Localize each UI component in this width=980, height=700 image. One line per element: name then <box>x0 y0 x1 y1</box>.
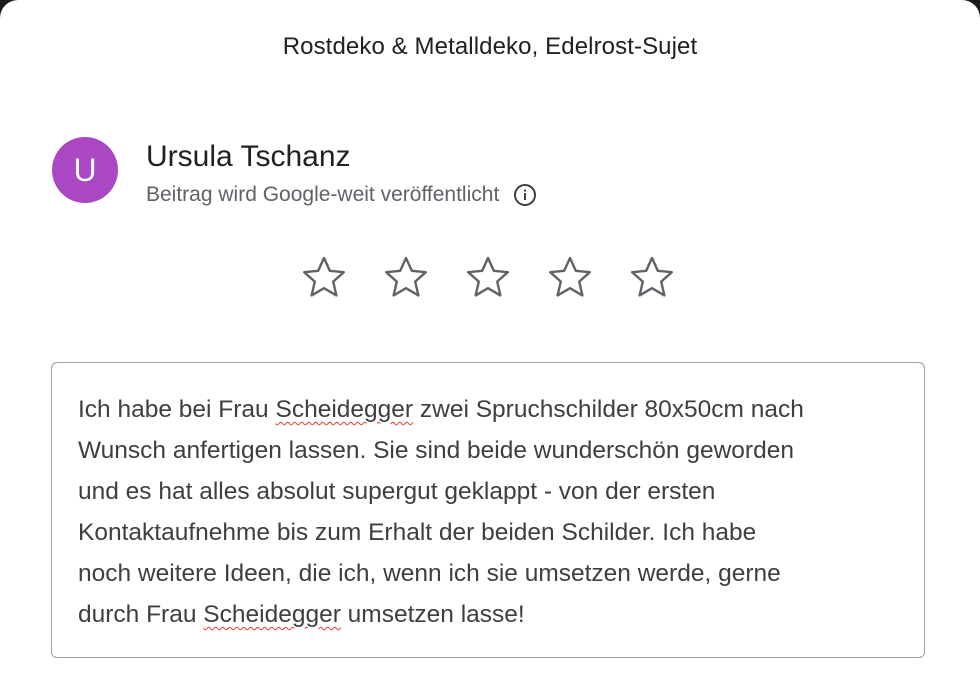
star-5-icon[interactable] <box>628 253 676 301</box>
review-dialog: Rostdeko & Metalldeko, Edelrost-Sujet U … <box>0 0 980 700</box>
star-1-icon[interactable] <box>300 253 348 301</box>
review-text: Ich habe bei Frau Scheidegger zwei Spruc… <box>78 389 900 635</box>
dialog-title: Rostdeko & Metalldeko, Edelrost-Sujet <box>282 33 698 60</box>
avatar-initial: U <box>73 151 97 188</box>
user-name: Ursula Tschanz <box>146 140 351 173</box>
star-rating <box>300 253 676 301</box>
post-visibility-text: Beitrag wird Google-weit veröffentlicht <box>146 183 500 206</box>
review-text-segment: umsetzen lasse! <box>340 601 525 628</box>
star-4-icon[interactable] <box>546 253 594 301</box>
spellcheck-word: Scheidegger <box>275 396 414 423</box>
spellcheck-word: Scheidegger <box>203 601 341 628</box>
star-2-icon[interactable] <box>382 253 430 301</box>
post-visibility-info: Beitrag wird Google-weit veröffentlicht <box>146 183 537 207</box>
info-icon[interactable] <box>513 183 537 207</box>
star-3-icon[interactable] <box>464 253 512 301</box>
review-text-field[interactable]: Ich habe bei Frau Scheidegger zwei Spruc… <box>51 362 925 658</box>
avatar: U <box>52 137 118 203</box>
review-text-segment: Ich habe bei Frau <box>78 396 276 423</box>
review-text-segment: zwei Spruchschilder 80x50cm nach Wunsch … <box>78 396 804 628</box>
